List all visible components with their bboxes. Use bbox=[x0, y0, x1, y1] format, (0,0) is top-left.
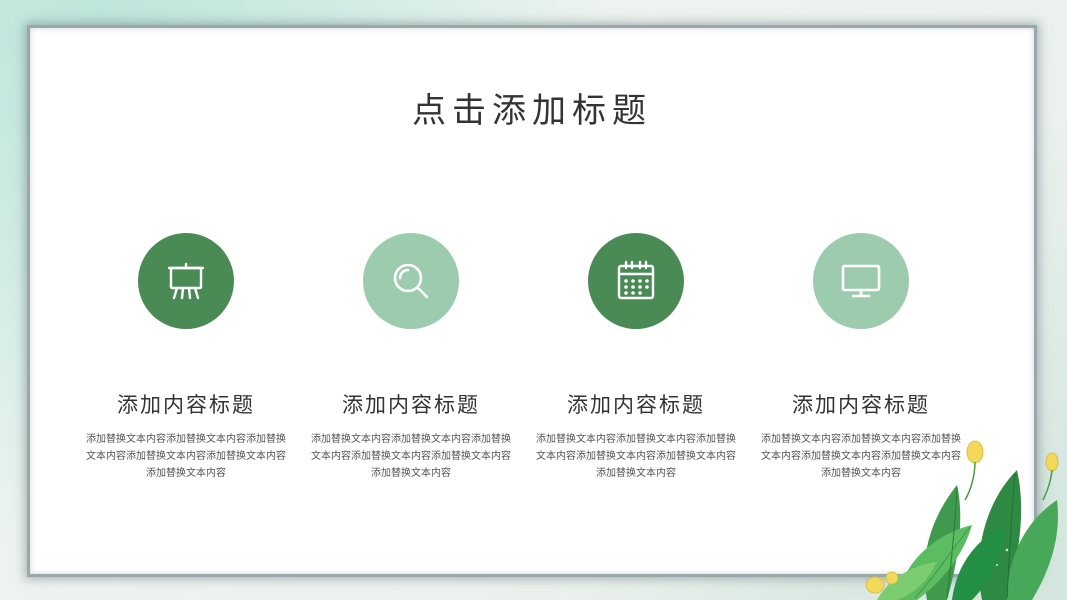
icon-circle-2 bbox=[363, 233, 459, 329]
feature-item-1: 添加内容标题 添加替换文本内容添加替换文本内容添加替换文本内容添加替换文本内容添… bbox=[81, 233, 291, 482]
calendar-icon bbox=[617, 260, 655, 300]
feature-title-1[interactable]: 添加内容标题 bbox=[117, 389, 255, 419]
icon-circle-1 bbox=[138, 233, 234, 329]
monitor-icon bbox=[841, 264, 881, 298]
magnifier-icon bbox=[393, 263, 429, 299]
feature-title-4[interactable]: 添加内容标题 bbox=[792, 389, 930, 419]
feature-title-2[interactable]: 添加内容标题 bbox=[342, 389, 480, 419]
plant-decoration bbox=[865, 440, 1059, 600]
icon-circle-4 bbox=[813, 233, 909, 329]
slide-title[interactable]: 点击添加标题 bbox=[30, 83, 1034, 132]
feature-text-3[interactable]: 添加替换文本内容添加替换文本内容添加替换文本内容添加替换文本内容添加替换文本内容… bbox=[534, 431, 739, 482]
feature-text-1[interactable]: 添加替换文本内容添加替换文本内容添加替换文本内容添加替换文本内容添加替换文本内容… bbox=[84, 431, 289, 482]
feature-item-2: 添加内容标题 添加替换文本内容添加替换文本内容添加替换文本内容添加替换文本内容添… bbox=[306, 233, 516, 482]
feature-title-3[interactable]: 添加内容标题 bbox=[567, 389, 705, 419]
feature-item-3: 添加内容标题 添加替换文本内容添加替换文本内容添加替换文本内容添加替换文本内容添… bbox=[531, 233, 741, 482]
easel-board-icon bbox=[167, 262, 205, 300]
icon-circle-3 bbox=[588, 233, 684, 329]
feature-text-2[interactable]: 添加替换文本内容添加替换文本内容添加替换文本内容添加替换文本内容添加替换文本内容… bbox=[309, 431, 514, 482]
